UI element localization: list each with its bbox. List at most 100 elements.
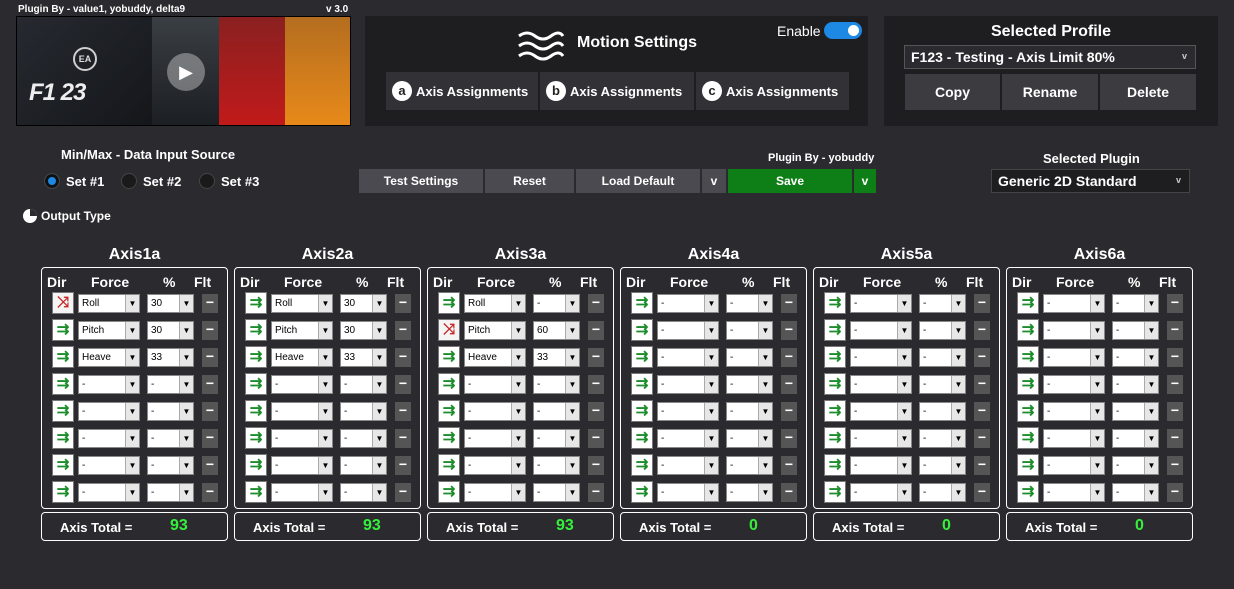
- percent-select[interactable]: - ▼: [1112, 483, 1159, 502]
- percent-select[interactable]: - ▼: [726, 375, 773, 394]
- direction-normal-icon[interactable]: ⇉: [1017, 292, 1039, 314]
- percent-select[interactable]: 33 ▼: [340, 348, 387, 367]
- force-select[interactable]: - ▼: [1043, 375, 1105, 394]
- filter-button[interactable]: −: [395, 375, 411, 394]
- percent-select[interactable]: - ▼: [919, 402, 966, 421]
- percent-select[interactable]: - ▼: [919, 375, 966, 394]
- radio-set-2[interactable]: Set #2: [121, 173, 181, 189]
- filter-button[interactable]: −: [781, 348, 797, 367]
- load-default-button[interactable]: Load Default: [575, 168, 701, 194]
- direction-normal-icon[interactable]: ⇉: [1017, 373, 1039, 395]
- force-select[interactable]: - ▼: [657, 375, 719, 394]
- direction-normal-icon[interactable]: ⇉: [52, 346, 74, 368]
- force-select[interactable]: - ▼: [271, 375, 333, 394]
- force-select[interactable]: - ▼: [850, 348, 912, 367]
- force-select[interactable]: - ▼: [78, 375, 140, 394]
- force-select[interactable]: Roll ▼: [271, 294, 333, 313]
- percent-select[interactable]: - ▼: [726, 348, 773, 367]
- direction-normal-icon[interactable]: ⇉: [438, 400, 460, 422]
- direction-normal-icon[interactable]: ⇉: [245, 346, 267, 368]
- force-select[interactable]: - ▼: [1043, 294, 1105, 313]
- direction-normal-icon[interactable]: ⇉: [824, 373, 846, 395]
- direction-normal-icon[interactable]: ⇉: [1017, 481, 1039, 503]
- force-select[interactable]: Pitch ▼: [78, 321, 140, 340]
- direction-normal-icon[interactable]: ⇉: [631, 481, 653, 503]
- filter-button[interactable]: −: [588, 483, 604, 502]
- force-select[interactable]: - ▼: [464, 402, 526, 421]
- force-select[interactable]: - ▼: [850, 321, 912, 340]
- force-select[interactable]: - ▼: [271, 456, 333, 475]
- filter-button[interactable]: −: [202, 375, 218, 394]
- filter-button[interactable]: −: [781, 294, 797, 313]
- percent-select[interactable]: 33 ▼: [147, 348, 194, 367]
- profile-select[interactable]: F123 - Testing - Axis Limit 80% v: [904, 45, 1196, 69]
- filter-button[interactable]: −: [974, 429, 990, 448]
- filter-button[interactable]: −: [974, 483, 990, 502]
- force-select[interactable]: - ▼: [850, 375, 912, 394]
- filter-button[interactable]: −: [974, 375, 990, 394]
- percent-select[interactable]: 30 ▼: [147, 294, 194, 313]
- percent-select[interactable]: - ▼: [147, 375, 194, 394]
- filter-button[interactable]: −: [781, 429, 797, 448]
- direction-normal-icon[interactable]: ⇉: [245, 400, 267, 422]
- direction-normal-icon[interactable]: ⇉: [52, 427, 74, 449]
- percent-select[interactable]: - ▼: [533, 294, 580, 313]
- filter-button[interactable]: −: [1167, 456, 1183, 475]
- direction-normal-icon[interactable]: ⇉: [52, 481, 74, 503]
- direction-normal-icon[interactable]: ⇉: [1017, 400, 1039, 422]
- filter-button[interactable]: −: [588, 375, 604, 394]
- filter-button[interactable]: −: [202, 429, 218, 448]
- direction-normal-icon[interactable]: ⇉: [245, 292, 267, 314]
- force-select[interactable]: - ▼: [657, 294, 719, 313]
- force-select[interactable]: Roll ▼: [464, 294, 526, 313]
- filter-button[interactable]: −: [1167, 321, 1183, 340]
- direction-normal-icon[interactable]: ⇉: [824, 454, 846, 476]
- force-select[interactable]: - ▼: [657, 402, 719, 421]
- filter-button[interactable]: −: [781, 483, 797, 502]
- force-select[interactable]: - ▼: [1043, 348, 1105, 367]
- force-select[interactable]: - ▼: [850, 402, 912, 421]
- direction-normal-icon[interactable]: ⇉: [824, 400, 846, 422]
- force-select[interactable]: - ▼: [1043, 429, 1105, 448]
- percent-select[interactable]: - ▼: [340, 375, 387, 394]
- percent-select[interactable]: 30 ▼: [147, 321, 194, 340]
- percent-select[interactable]: - ▼: [1112, 456, 1159, 475]
- direction-normal-icon[interactable]: ⇉: [438, 346, 460, 368]
- force-select[interactable]: Roll ▼: [78, 294, 140, 313]
- percent-select[interactable]: - ▼: [919, 429, 966, 448]
- percent-select[interactable]: - ▼: [919, 483, 966, 502]
- direction-normal-icon[interactable]: ⇉: [631, 373, 653, 395]
- filter-button[interactable]: −: [202, 294, 218, 313]
- direction-normal-icon[interactable]: ⇉: [52, 373, 74, 395]
- percent-select[interactable]: - ▼: [726, 294, 773, 313]
- force-select[interactable]: - ▼: [271, 402, 333, 421]
- force-select[interactable]: - ▼: [464, 483, 526, 502]
- filter-button[interactable]: −: [588, 348, 604, 367]
- direction-normal-icon[interactable]: ⇉: [631, 346, 653, 368]
- filter-button[interactable]: −: [395, 456, 411, 475]
- percent-select[interactable]: - ▼: [1112, 321, 1159, 340]
- force-select[interactable]: - ▼: [850, 429, 912, 448]
- percent-select[interactable]: - ▼: [533, 402, 580, 421]
- filter-button[interactable]: −: [395, 483, 411, 502]
- direction-normal-icon[interactable]: ⇉: [1017, 346, 1039, 368]
- force-select[interactable]: - ▼: [78, 483, 140, 502]
- direction-normal-icon[interactable]: ⇉: [438, 427, 460, 449]
- load-default-dropdown[interactable]: v: [701, 168, 727, 194]
- filter-button[interactable]: −: [202, 348, 218, 367]
- direction-normal-icon[interactable]: ⇉: [1017, 319, 1039, 341]
- direction-normal-icon[interactable]: ⇉: [1017, 427, 1039, 449]
- percent-select[interactable]: - ▼: [147, 483, 194, 502]
- percent-select[interactable]: - ▼: [533, 429, 580, 448]
- percent-select[interactable]: - ▼: [919, 456, 966, 475]
- direction-normal-icon[interactable]: ⇉: [824, 292, 846, 314]
- filter-button[interactable]: −: [974, 456, 990, 475]
- percent-select[interactable]: 30 ▼: [340, 321, 387, 340]
- force-select[interactable]: - ▼: [1043, 456, 1105, 475]
- direction-normal-icon[interactable]: ⇉: [631, 319, 653, 341]
- direction-normal-icon[interactable]: ⇉: [824, 427, 846, 449]
- direction-normal-icon[interactable]: ⇉: [245, 481, 267, 503]
- filter-button[interactable]: −: [202, 456, 218, 475]
- enable-toggle[interactable]: [824, 22, 862, 39]
- filter-button[interactable]: −: [974, 402, 990, 421]
